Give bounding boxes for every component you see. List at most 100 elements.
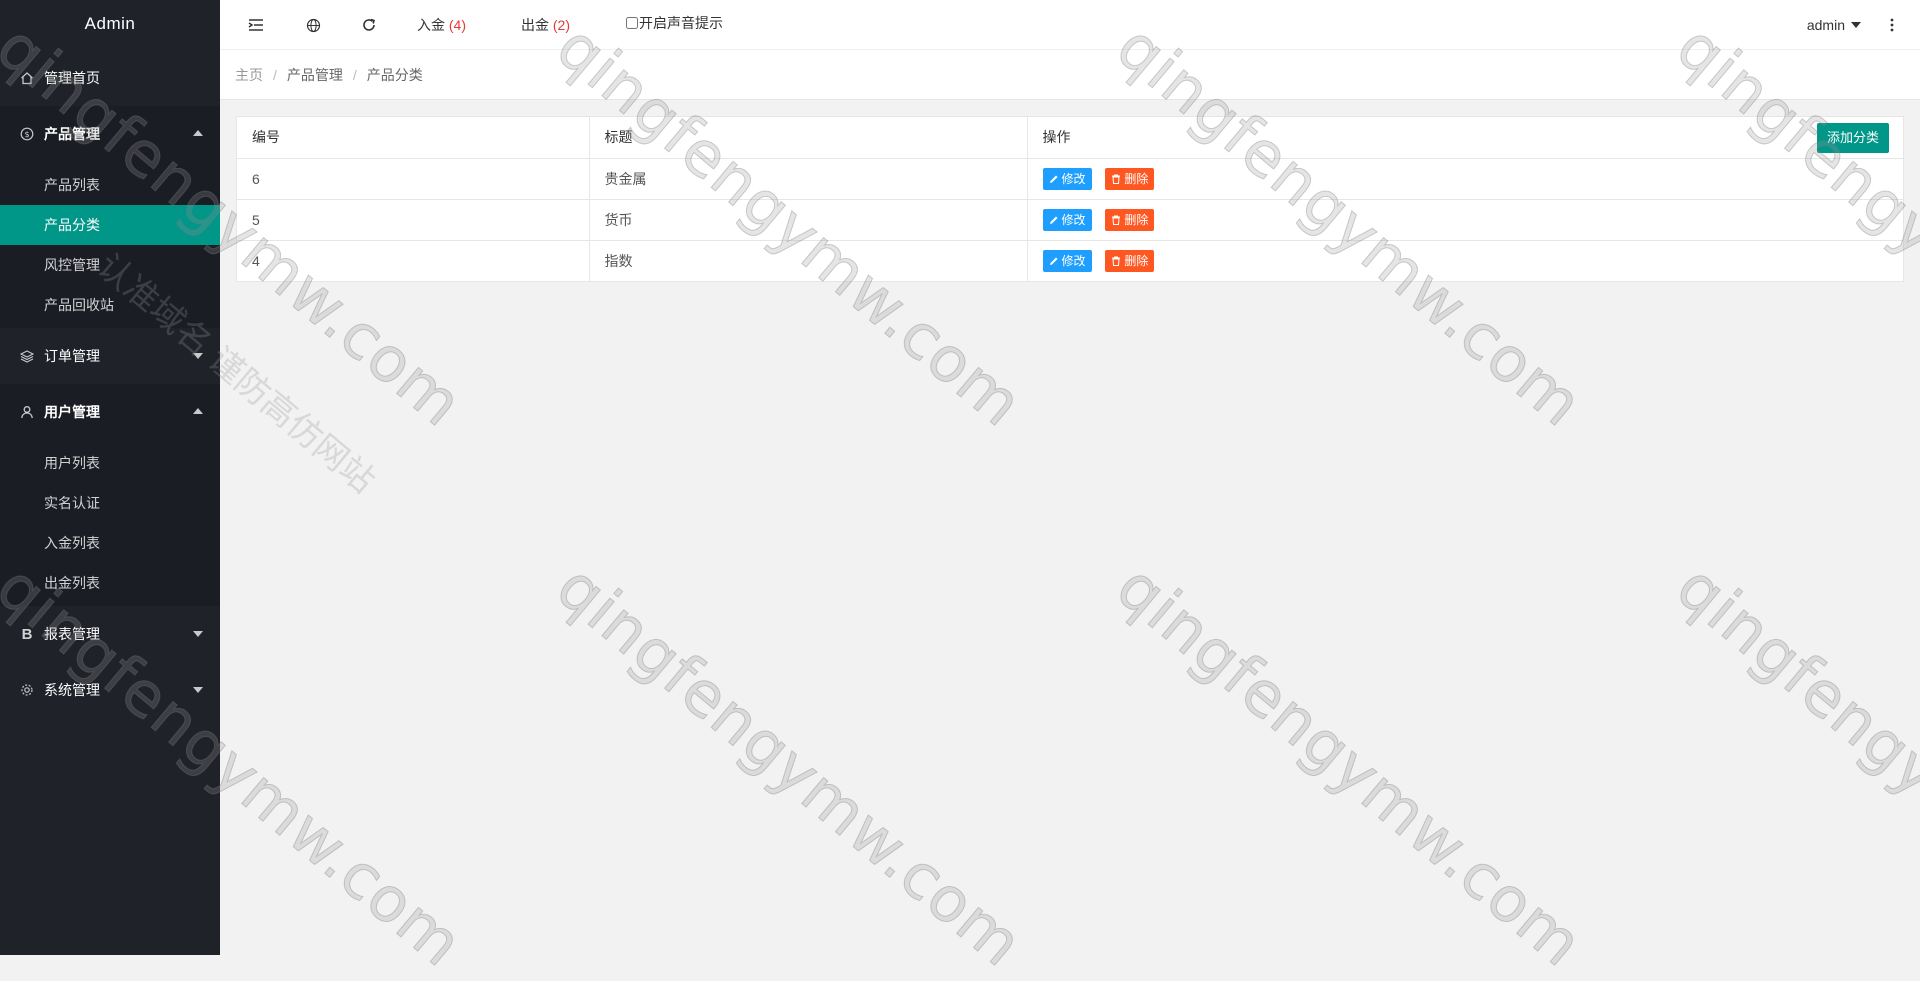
nav-home-label: 管理首页 bbox=[44, 70, 100, 86]
edit-label: 修改 bbox=[1061, 254, 1086, 269]
user-menu[interactable]: admin bbox=[1807, 0, 1861, 50]
user-icon bbox=[20, 405, 34, 419]
globe-icon[interactable] bbox=[306, 0, 321, 50]
edit-label: 修改 bbox=[1061, 172, 1086, 186]
withdraw-label: 出金 bbox=[521, 17, 549, 33]
delete-label: 删除 bbox=[1124, 172, 1149, 186]
menu-toggle-icon[interactable] bbox=[248, 0, 264, 50]
chevron-down-icon bbox=[193, 353, 203, 359]
edit-button[interactable]: 修改 bbox=[1042, 167, 1092, 190]
nav-order-management[interactable]: 订单管理 bbox=[0, 328, 220, 384]
pencil-icon bbox=[1049, 175, 1057, 183]
sidebar-item-verification[interactable]: 实名认证 bbox=[0, 483, 220, 523]
deposit-link[interactable]: 入金 (4) bbox=[417, 0, 466, 50]
dollar-icon: $ bbox=[20, 127, 34, 141]
svg-text:$: $ bbox=[24, 130, 29, 139]
delete-button[interactable]: 删除 bbox=[1105, 208, 1155, 231]
bold-b-icon: B bbox=[21, 625, 33, 643]
nav-user-management[interactable]: 用户管理 bbox=[0, 384, 220, 440]
delete-label: 删除 bbox=[1124, 213, 1149, 227]
col-header-id: 编号 bbox=[237, 117, 590, 159]
sidebar-item-product-list[interactable]: 产品列表 bbox=[0, 165, 220, 205]
edit-label: 修改 bbox=[1061, 213, 1086, 227]
cell-title: 贵金属 bbox=[589, 158, 1028, 200]
nav-order-management-label: 订单管理 bbox=[44, 348, 100, 364]
sidebar-item-risk-control[interactable]: 风控管理 bbox=[0, 245, 220, 285]
cell-actions: 修改 删除 bbox=[1027, 199, 1903, 241]
more-icon[interactable] bbox=[1890, 0, 1894, 50]
sound-alert-label: 开启声音提示 bbox=[639, 15, 723, 31]
refresh-icon[interactable] bbox=[361, 0, 377, 50]
nav-product-management[interactable]: $ 产品管理 bbox=[0, 106, 220, 162]
add-category-button[interactable]: 添加分类 bbox=[1816, 123, 1889, 153]
watermark-text: qingfengymw.com bbox=[543, 550, 1038, 981]
breadcrumb-separator: / bbox=[273, 66, 277, 83]
col-header-actions-label: 操作 bbox=[1042, 129, 1071, 146]
app-logo[interactable]: Admin bbox=[0, 0, 220, 50]
product-submenu: 产品列表 产品分类 风控管理 产品回收站 bbox=[0, 162, 220, 328]
pencil-icon bbox=[1049, 216, 1057, 224]
cell-actions: 修改 删除 bbox=[1027, 158, 1903, 200]
sidebar-item-user-list[interactable]: 用户列表 bbox=[0, 443, 220, 483]
deposit-count: (4) bbox=[448, 17, 467, 33]
sidebar-item-product-category[interactable]: 产品分类 bbox=[0, 205, 220, 245]
breadcrumb-separator: / bbox=[352, 66, 357, 83]
watermark-text: qingfengymw.com bbox=[1103, 550, 1598, 981]
nav-product-management-label: 产品管理 bbox=[44, 126, 100, 142]
layers-icon bbox=[20, 349, 34, 363]
table-row: 6 贵金属 修改 删除 bbox=[237, 158, 1903, 200]
home-icon bbox=[20, 71, 34, 85]
chevron-down-icon bbox=[193, 687, 203, 693]
trash-icon bbox=[1112, 174, 1121, 184]
user-submenu: 用户列表 实名认证 入金列表 出金列表 bbox=[0, 440, 220, 606]
trash-icon bbox=[1112, 215, 1121, 225]
table-header-row: 编号 标题 操作 添加分类 bbox=[237, 117, 1903, 159]
edit-button[interactable]: 修改 bbox=[1042, 249, 1092, 272]
cell-id: 4 bbox=[237, 240, 590, 281]
sidebar: Admin 管理首页 $ 产品管理 产品列表 产品分类 风控管理 产品回收站 订… bbox=[0, 0, 220, 955]
cell-id: 6 bbox=[237, 158, 590, 200]
nav-user-management-label: 用户管理 bbox=[44, 404, 100, 420]
edit-button[interactable]: 修改 bbox=[1042, 208, 1092, 231]
gear-icon bbox=[20, 683, 34, 697]
breadcrumb-home[interactable]: 主页 bbox=[235, 65, 263, 85]
watermark-text: qingfengymw.com bbox=[1663, 550, 1920, 981]
delete-button[interactable]: 删除 bbox=[1105, 249, 1155, 272]
table-row: 5 货币 修改 删除 bbox=[237, 199, 1903, 241]
category-table-container: 编号 标题 操作 添加分类 6 贵金属 修改 删除 5 货币 修改 删除 4 指… bbox=[236, 116, 1904, 282]
nav-report-management[interactable]: B 报表管理 bbox=[0, 606, 220, 662]
col-header-actions: 操作 添加分类 bbox=[1027, 117, 1903, 159]
trash-icon bbox=[1112, 256, 1121, 266]
withdraw-link[interactable]: 出金 (2) bbox=[521, 0, 570, 50]
nav-system-management[interactable]: 系统管理 bbox=[0, 662, 220, 718]
username: admin bbox=[1806, 17, 1845, 33]
table-row: 4 指数 修改 删除 bbox=[237, 240, 1903, 281]
nav-system-management-label: 系统管理 bbox=[44, 682, 100, 698]
sidebar-item-deposit-list[interactable]: 入金列表 bbox=[0, 523, 220, 563]
chevron-up-icon bbox=[193, 408, 203, 414]
sound-alert-toggle[interactable]: 开启声音提示 bbox=[626, 0, 723, 48]
chevron-down-icon bbox=[193, 631, 203, 637]
cell-title: 货币 bbox=[589, 199, 1028, 241]
col-header-title: 标题 bbox=[589, 117, 1028, 159]
delete-label: 删除 bbox=[1124, 254, 1149, 269]
breadcrumb-product-management[interactable]: 产品管理 bbox=[287, 65, 343, 85]
nav-report-management-label: 报表管理 bbox=[44, 626, 100, 642]
sidebar-item-withdraw-list[interactable]: 出金列表 bbox=[0, 563, 220, 603]
sidebar-item-product-recycle[interactable]: 产品回收站 bbox=[0, 285, 220, 325]
delete-button[interactable]: 删除 bbox=[1105, 167, 1155, 190]
breadcrumb-product-category: 产品分类 bbox=[366, 66, 423, 83]
cell-id: 5 bbox=[237, 199, 590, 241]
nav-home[interactable]: 管理首页 bbox=[0, 50, 220, 106]
top-header: 入金 (4) 出金 (2) 开启声音提示 admin bbox=[220, 0, 1920, 50]
deposit-label: 入金 bbox=[417, 17, 445, 33]
withdraw-count: (2) bbox=[552, 17, 571, 33]
sound-alert-checkbox[interactable] bbox=[626, 17, 638, 29]
chevron-down-icon bbox=[1851, 22, 1861, 28]
breadcrumb: 主页 / 产品管理 / 产品分类 bbox=[220, 50, 1920, 100]
chevron-up-icon bbox=[193, 130, 203, 136]
pencil-icon bbox=[1049, 257, 1057, 265]
category-table: 编号 标题 操作 添加分类 6 贵金属 修改 删除 5 货币 修改 删除 4 指… bbox=[237, 117, 1903, 281]
cell-actions: 修改 删除 bbox=[1027, 240, 1903, 281]
cell-title: 指数 bbox=[589, 240, 1028, 281]
